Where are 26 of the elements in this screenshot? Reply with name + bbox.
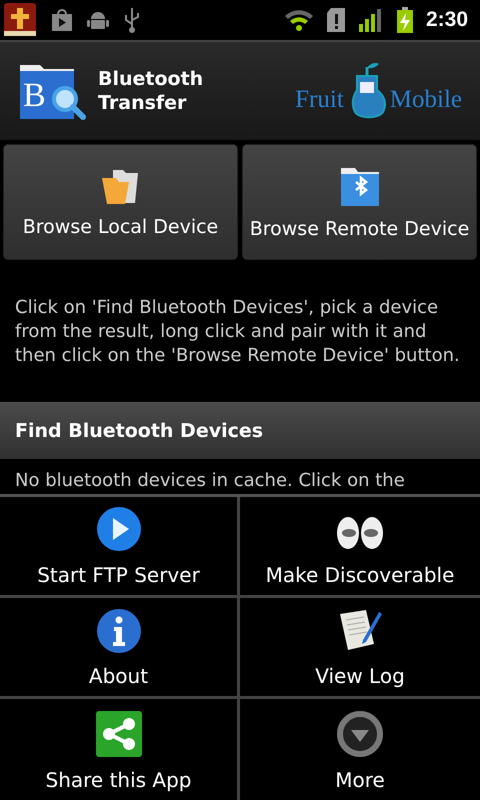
shopping-bag-icon <box>50 8 74 32</box>
sd-card-alert-icon <box>326 7 346 33</box>
usb-icon <box>122 6 142 34</box>
empty-message: No bluetooth devices in cache. Click on the <box>15 469 406 493</box>
info-icon <box>96 608 142 654</box>
logo-text: Fruit <box>295 86 344 115</box>
battery-charging-icon <box>396 6 414 34</box>
section-header: Find Bluetooth Devices <box>0 402 480 459</box>
clock: 2:30 <box>426 8 468 32</box>
menu-item[interactable]: About <box>0 598 240 699</box>
app-title: Bluetooth Transfer <box>98 67 204 115</box>
instructions-text: Click on 'Find Bluetooth Devices', pick a device from the result, long click and pair with it and then click on the 'Browse Remote Device' button. <box>15 296 461 368</box>
play-icon <box>94 505 142 553</box>
signal-icon <box>358 7 384 33</box>
browse-button[interactable]: Browse Remote Device <box>242 144 477 260</box>
book-icon <box>2 2 38 38</box>
logo-text: Mobile <box>390 86 462 115</box>
menu-item[interactable]: Share this App <box>0 699 240 800</box>
menu-item[interactable]: Start FTP Server <box>0 497 240 598</box>
menu-item[interactable]: More <box>240 699 480 800</box>
browse-button[interactable]: Browse Local Device <box>3 144 238 260</box>
menu-item[interactable]: Make Discoverable <box>240 497 480 598</box>
dropdown-circle-icon <box>336 710 384 758</box>
wifi-icon <box>284 8 314 32</box>
share-icon <box>94 710 142 758</box>
menu-item[interactable]: View Log <box>240 598 480 699</box>
